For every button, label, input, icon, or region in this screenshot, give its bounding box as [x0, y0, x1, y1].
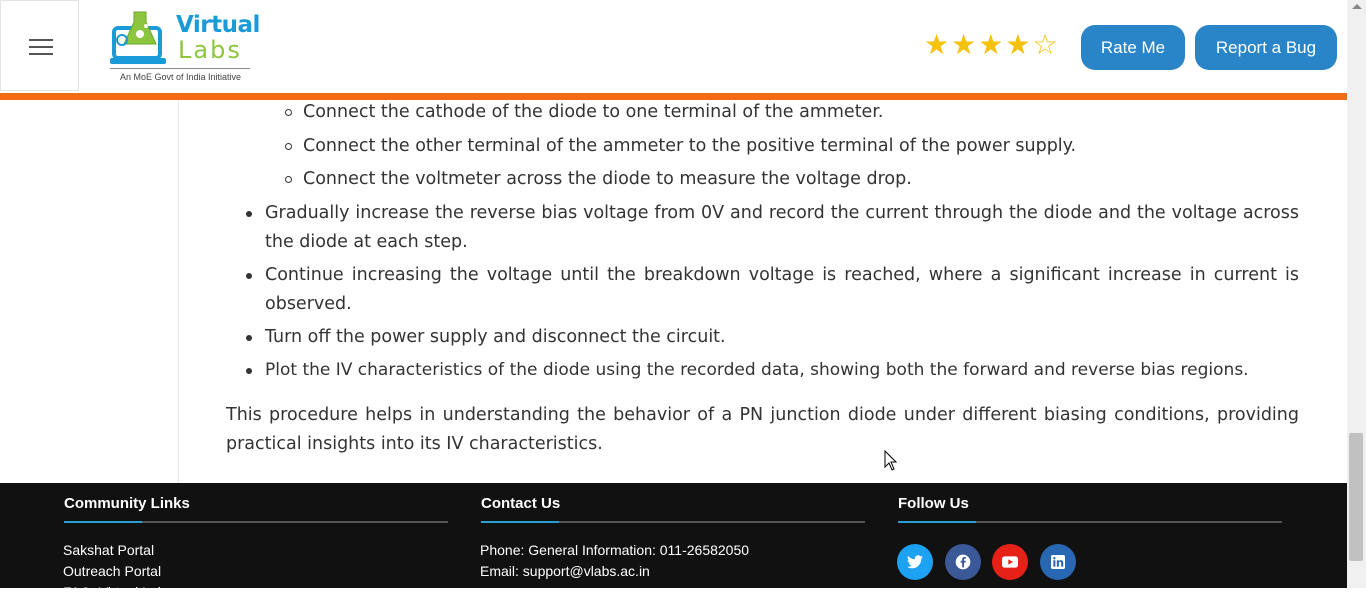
bullet-icon [246, 368, 252, 374]
logo-word-virtual: Virtual [176, 12, 260, 38]
contact-us-heading: Contact Us [481, 495, 561, 512]
site-footer: Community Links Sakshat Portal Outreach … [0, 483, 1347, 600]
footer-link[interactable]: FAQ: Virtual Labs [63, 584, 172, 600]
list-item: Continue increasing the voltage until th… [265, 265, 1299, 285]
list-item: Gradually increase the reverse bias volt… [265, 203, 1299, 223]
rate-me-button[interactable]: Rate Me [1081, 25, 1185, 70]
sub-bullet-icon [285, 176, 292, 183]
contact-phone: Phone: General Information: 011-26582050 [480, 542, 750, 558]
report-bug-button[interactable]: Report a Bug [1195, 25, 1337, 70]
bullet-icon [246, 211, 252, 217]
hamburger-icon-bar [29, 46, 53, 48]
youtube-icon[interactable] [992, 544, 1028, 580]
follow-us-heading: Follow Us [898, 495, 969, 512]
scroll-up-arrow-icon[interactable] [1352, 4, 1362, 9]
star-filled-icon[interactable]: ★ [951, 30, 976, 60]
sub-bullet-icon [285, 143, 292, 150]
procedure-content: Connect the cathode of the diode to one … [178, 100, 1347, 483]
sub-bullet-icon [285, 109, 292, 116]
bullet-icon [246, 273, 252, 279]
facebook-icon[interactable] [945, 544, 981, 580]
summary-paragraph-continuation: practical insights into its IV character… [226, 434, 603, 454]
summary-paragraph: This procedure helps in understanding th… [226, 405, 1299, 425]
lab-flask-icon [110, 11, 166, 64]
scrollbar-thumb[interactable] [1349, 433, 1363, 561]
star-filled-icon[interactable]: ★ [924, 30, 949, 60]
footer-divider-accent [481, 521, 559, 523]
list-item: Turn off the power supply and disconnect… [265, 327, 726, 347]
hamburger-icon [29, 39, 53, 41]
list-item: Connect the cathode of the diode to one … [303, 102, 884, 122]
footer-link[interactable]: Outreach Portal [63, 563, 161, 579]
list-item: Connect the other terminal of the ammete… [303, 136, 1077, 156]
footer-divider-accent [64, 521, 142, 523]
left-sidebar [0, 100, 179, 483]
star-rating[interactable]: ★ ★ ★ ★ ☆ [924, 30, 1058, 60]
contact-email[interactable]: Email: support@vlabs.ac.in [480, 563, 650, 579]
star-filled-icon[interactable]: ★ [978, 30, 1003, 60]
logo-divider [110, 68, 250, 69]
footer-link[interactable]: Sakshat Portal [63, 542, 154, 558]
header-accent-bar [0, 93, 1347, 100]
logo-word-labs: Labs [178, 36, 242, 64]
community-links-heading: Community Links [64, 495, 190, 512]
hamburger-icon-bar [29, 53, 53, 55]
list-item-continuation: observed. [265, 294, 352, 314]
list-item: Connect the voltmeter across the diode t… [303, 169, 912, 189]
mouse-cursor-icon [884, 450, 898, 471]
star-filled-icon[interactable]: ★ [1005, 30, 1030, 60]
linkedin-icon[interactable] [1040, 544, 1076, 580]
logo-tagline: An MoE Govt of India Initiative [120, 72, 242, 82]
list-item-continuation: the diode at each step. [265, 232, 468, 252]
twitter-icon[interactable] [897, 544, 933, 580]
top-navbar: Virtual Labs An MoE Govt of India Initia… [0, 0, 1347, 93]
virtual-labs-logo[interactable]: Virtual Labs An MoE Govt of India Initia… [110, 8, 270, 86]
menu-button[interactable] [0, 0, 79, 91]
bullet-icon [246, 335, 252, 341]
footer-divider-accent [898, 521, 976, 523]
list-item: Plot the IV characteristics of the diode… [265, 360, 1249, 380]
star-empty-icon[interactable]: ☆ [1032, 30, 1057, 60]
